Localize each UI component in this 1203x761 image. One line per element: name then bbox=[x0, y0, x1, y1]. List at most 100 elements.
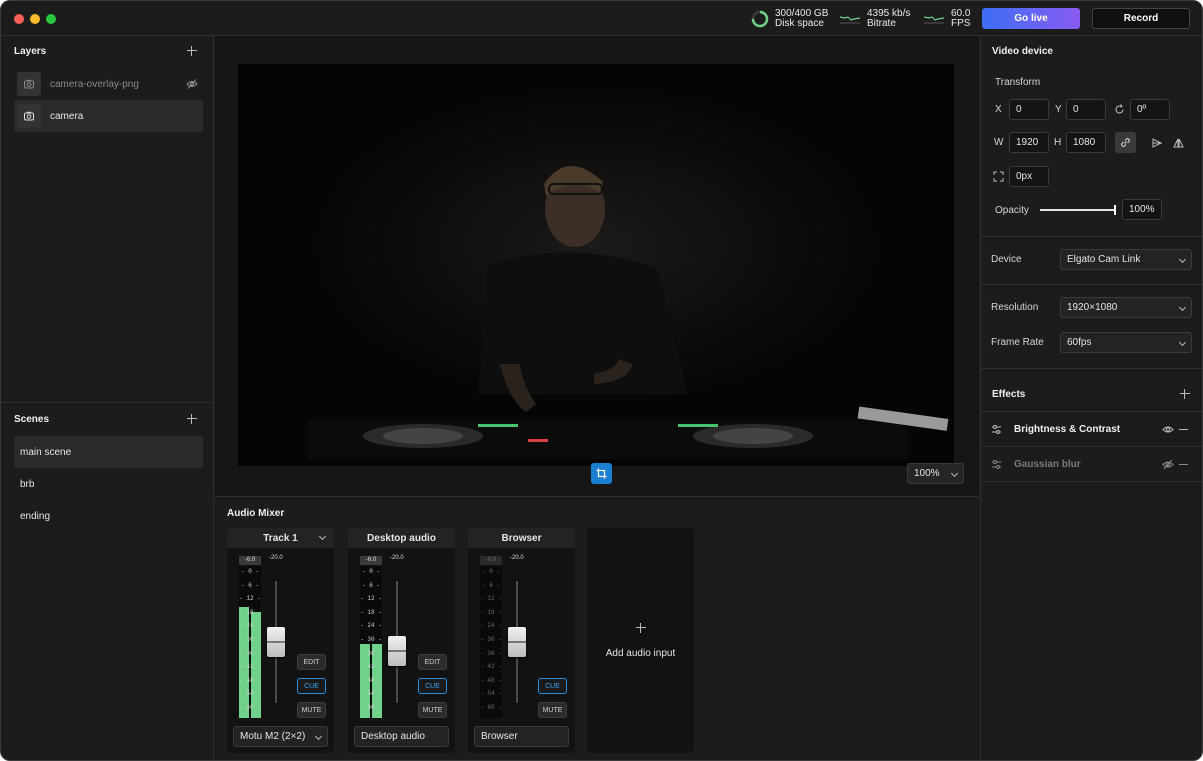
video-preview[interactable] bbox=[238, 64, 954, 466]
chevron-down-icon bbox=[1178, 303, 1187, 312]
track-header[interactable]: Desktop audio bbox=[348, 528, 455, 548]
cue-button[interactable]: CUE bbox=[418, 678, 447, 694]
maximize-window-button[interactable] bbox=[46, 14, 56, 24]
cue-button[interactable]: CUE bbox=[297, 678, 326, 694]
close-window-button[interactable] bbox=[14, 14, 24, 24]
meter-scale-label: - 30 - bbox=[360, 636, 382, 643]
meter-scale-label: - 60 - bbox=[480, 704, 502, 711]
scene-item-ending[interactable]: ending bbox=[14, 500, 203, 532]
meter-scale-label: - 6 - bbox=[240, 581, 259, 589]
cue-button[interactable]: CUE bbox=[538, 678, 567, 694]
opacity-slider-handle[interactable] bbox=[1114, 205, 1116, 215]
chevron-down-icon bbox=[1178, 255, 1187, 264]
track-input-select[interactable]: Browser bbox=[474, 726, 569, 747]
frame-rate-label: Frame Rate bbox=[991, 337, 1044, 348]
meter-scale-label: - 54 - bbox=[239, 690, 261, 698]
meter-scale-label: - 48 - bbox=[360, 676, 382, 684]
eye-off-icon[interactable] bbox=[1162, 459, 1174, 473]
dj-camera-image bbox=[238, 64, 954, 466]
track-input-select[interactable]: Motu M2 (2×2) bbox=[233, 726, 328, 747]
volume-fader-handle[interactable] bbox=[267, 627, 285, 657]
width-input[interactable]: 1920 bbox=[1009, 132, 1049, 153]
add-audio-input-button[interactable]: Add audio input bbox=[587, 528, 694, 753]
frame-rate-select[interactable]: 60fps bbox=[1060, 332, 1192, 353]
meter-scale-label: - 12 - bbox=[480, 595, 502, 603]
camera-icon bbox=[17, 104, 41, 128]
fader-top-label: -20.0 bbox=[390, 555, 404, 561]
remove-effect-button[interactable] bbox=[1179, 429, 1188, 430]
fps-graph-icon bbox=[923, 16, 945, 24]
eye-off-icon[interactable] bbox=[186, 78, 198, 93]
mute-button[interactable]: MUTE bbox=[538, 702, 567, 718]
mute-button[interactable]: MUTE bbox=[418, 702, 447, 718]
bitrate-label: Bitrate bbox=[867, 18, 896, 29]
left-panel bbox=[1, 36, 214, 760]
minimize-window-button[interactable] bbox=[30, 14, 40, 24]
scene-item-main[interactable]: main scene bbox=[14, 436, 203, 468]
frame-rate-value: 60fps bbox=[1067, 337, 1092, 348]
meter-scale-label: - 0 - bbox=[240, 568, 259, 575]
rotate-icon bbox=[1114, 104, 1125, 118]
edit-button[interactable]: EDIT bbox=[418, 654, 447, 670]
meter-scale-label: - 0 - bbox=[361, 568, 380, 575]
opacity-input[interactable]: 100% bbox=[1122, 199, 1162, 220]
add-layer-button[interactable] bbox=[186, 45, 198, 57]
edit-button[interactable]: EDIT bbox=[297, 654, 326, 670]
go-live-button[interactable]: Go live bbox=[982, 8, 1080, 29]
scene-item-brb[interactable]: brb bbox=[14, 468, 203, 500]
meter-scale-label: - 36 - bbox=[239, 649, 261, 657]
y-input[interactable]: 0 bbox=[1066, 99, 1106, 120]
track-name: Track 1 bbox=[263, 532, 298, 544]
meter-scale-label: - 0 - bbox=[481, 568, 500, 575]
x-label: X bbox=[995, 104, 1002, 115]
meter-scale-label: - 48 - bbox=[239, 676, 261, 684]
lock-aspect-button[interactable] bbox=[1115, 132, 1136, 153]
chevron-down-icon bbox=[314, 732, 323, 741]
corner-radius-input[interactable]: 0px bbox=[1009, 166, 1049, 187]
rotation-input[interactable]: 0º bbox=[1130, 99, 1170, 120]
volume-fader-handle[interactable] bbox=[508, 627, 526, 657]
peak-indicator: -6.0 bbox=[480, 556, 502, 565]
height-input[interactable]: 1080 bbox=[1066, 132, 1106, 153]
opacity-slider-track[interactable] bbox=[1040, 205, 1116, 215]
device-select[interactable]: Elgato Cam Link bbox=[1060, 249, 1192, 270]
device-label: Device bbox=[991, 254, 1022, 265]
mute-button[interactable]: MUTE bbox=[297, 702, 326, 718]
eye-icon[interactable] bbox=[1162, 424, 1174, 438]
meter-scale-label: - 18 - bbox=[360, 608, 382, 616]
layers-title: Layers bbox=[14, 46, 47, 57]
video-device-title: Video device bbox=[992, 46, 1053, 57]
flip-horizontal-icon[interactable] bbox=[1152, 138, 1163, 151]
effect-item-brightness[interactable]: Brightness & Contrast bbox=[980, 412, 1202, 447]
zoom-value: 100% bbox=[914, 468, 940, 479]
peak-indicator: -6.0 bbox=[360, 556, 382, 565]
crop-icon bbox=[596, 468, 607, 479]
flip-vertical-icon[interactable] bbox=[1173, 138, 1184, 151]
transform-label: Transform bbox=[995, 77, 1041, 88]
layer-item-camera[interactable]: camera bbox=[14, 100, 203, 132]
disk-ring-icon bbox=[751, 10, 769, 28]
add-effect-button[interactable] bbox=[1179, 388, 1191, 400]
effect-label: Gaussian blur bbox=[1014, 459, 1081, 470]
x-input[interactable]: 0 bbox=[1009, 99, 1049, 120]
effect-label: Brightness & Contrast bbox=[1014, 424, 1121, 435]
fader-top-label: -20.0 bbox=[510, 555, 524, 561]
record-button[interactable]: Record bbox=[1092, 8, 1190, 29]
track-header[interactable]: Browser bbox=[468, 528, 575, 548]
mixer-title: Audio Mixer bbox=[227, 508, 285, 519]
remove-effect-button[interactable] bbox=[1179, 464, 1188, 465]
add-scene-button[interactable] bbox=[186, 413, 198, 425]
audio-track: Track 1 -6.0 -20.0 - 0 - - 6 - - 12 - - 18 - - … bbox=[227, 528, 334, 753]
volume-fader-handle[interactable] bbox=[388, 636, 406, 667]
meter-scale-label: - 54 - bbox=[480, 690, 502, 698]
meter-scale-label: - 36 - bbox=[480, 649, 502, 657]
zoom-select[interactable]: 100% bbox=[907, 463, 964, 484]
track-header[interactable]: Track 1 bbox=[227, 528, 334, 548]
track-input-value: Browser bbox=[481, 731, 518, 742]
crop-button[interactable] bbox=[591, 463, 612, 484]
resolution-select[interactable]: 1920×1080 bbox=[1060, 297, 1192, 318]
track-input-select[interactable]: Desktop audio bbox=[354, 726, 449, 747]
layer-label: camera bbox=[50, 110, 84, 122]
layer-item-camera-overlay[interactable]: camera-overlay-png bbox=[14, 68, 203, 100]
effect-item-gaussian-blur[interactable]: Gaussian blur bbox=[980, 447, 1202, 482]
